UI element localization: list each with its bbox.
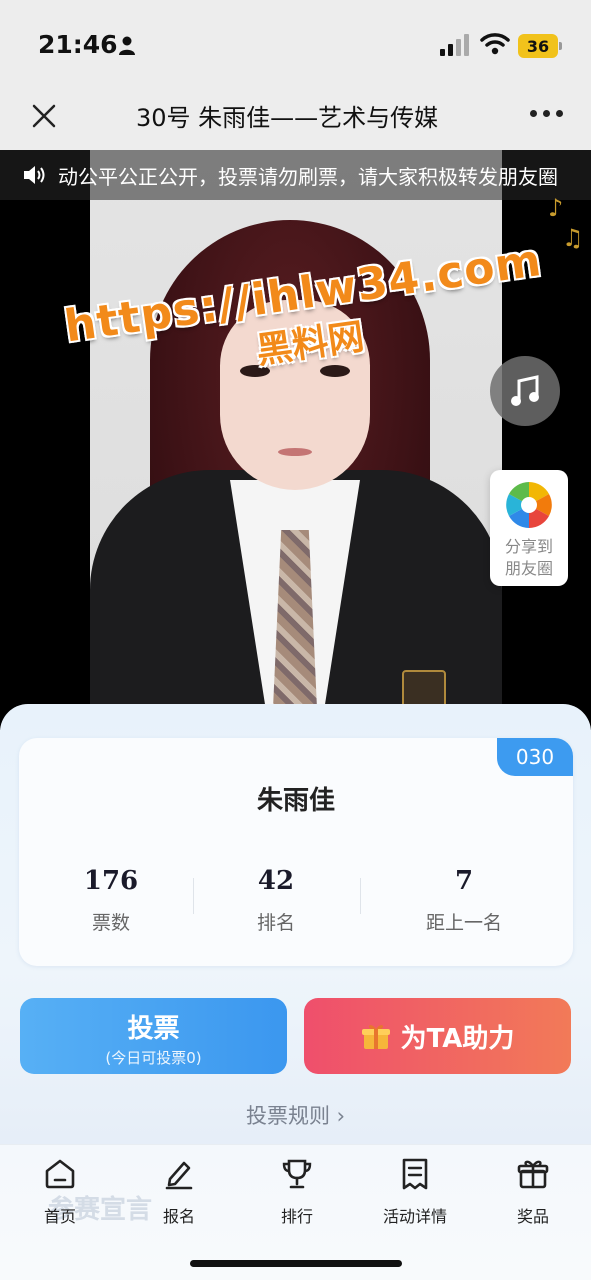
stat-label: 排名 — [256, 912, 295, 934]
speaker-icon — [24, 166, 45, 184]
vote-remaining-label: (今日可投票0) — [105, 1049, 202, 1067]
battery-tip — [559, 42, 562, 50]
status-time: 21:46 — [38, 30, 118, 59]
music-button[interactable] — [490, 356, 560, 426]
stat-label: 票数 — [91, 912, 130, 934]
announcement-ticker: 动公平公正公开，投票请勿刷票，请大家积极转发朋友圈 — [0, 150, 591, 200]
status-bar: 21:46 36 — [0, 0, 591, 88]
battery-indicator: 36 — [518, 34, 558, 58]
document-icon — [402, 1158, 428, 1190]
vote-button[interactable]: 投票 (今日可投票0) — [20, 998, 287, 1074]
stat-value: 176 — [83, 866, 139, 896]
share-label-line1: 分享到 — [504, 537, 553, 556]
nav-label: 报名 — [162, 1207, 195, 1226]
edit-icon — [165, 1161, 193, 1190]
contestant-photo — [90, 150, 502, 730]
stat-label: 距上一名 — [425, 912, 502, 934]
person-icon — [119, 36, 135, 55]
stat-divider — [193, 878, 194, 914]
signal-icon — [440, 34, 469, 56]
stat-divider — [360, 878, 361, 914]
nav-label: 奖品 — [516, 1207, 549, 1226]
boost-button[interactable]: 为TA助力 — [304, 998, 571, 1074]
home-indicator — [190, 1260, 402, 1267]
nav-item-prizes[interactable]: 奖品 — [483, 1157, 583, 1227]
stat-value: 42 — [257, 866, 295, 896]
contestant-card: 030 朱雨佳 176 票数 42 排名 7 距上一名 — [19, 738, 573, 966]
home-icon — [45, 1159, 75, 1189]
nav-label: 排行 — [280, 1207, 313, 1226]
nav-item-home[interactable]: 首页 — [10, 1157, 110, 1227]
stat-rank: 42 排名 — [196, 866, 356, 935]
contestant-number-badge: 030 — [497, 738, 573, 776]
nav-item-register[interactable]: 报名 — [129, 1157, 229, 1227]
more-icon[interactable] — [530, 110, 563, 117]
nav-label: 首页 — [43, 1207, 76, 1226]
music-note-icon — [511, 375, 539, 406]
moments-aperture-icon — [506, 482, 552, 528]
wifi-icon — [480, 33, 510, 55]
page-title: 30号 朱雨佳——艺术与传媒 — [136, 104, 439, 132]
floating-note-icon: ♫ — [562, 224, 584, 252]
boost-button-label: 为TA助力 — [400, 1023, 515, 1054]
ticker-text: 动公平公正公开，投票请勿刷票，请大家积极转发朋友圈 — [58, 165, 558, 189]
trophy-icon — [282, 1159, 312, 1189]
share-moments-button[interactable]: 分享到 朋友圈 — [490, 470, 568, 586]
share-label-line2: 朋友圈 — [504, 559, 553, 578]
nav-item-ranking[interactable]: 排行 — [247, 1157, 347, 1227]
nav-label: 活动详情 — [382, 1207, 447, 1226]
stat-gap: 7 距上一名 — [384, 866, 544, 935]
gift-icon — [517, 1160, 549, 1189]
stat-value: 7 — [454, 866, 474, 896]
contestant-name: 朱雨佳 — [256, 786, 335, 816]
close-icon[interactable] — [28, 100, 60, 132]
floating-note-icon: ♪ — [548, 194, 564, 222]
nav-bar: 30号 朱雨佳——艺术与传媒 — [0, 88, 591, 150]
contestant-photo-area: 动公平公正公开，投票请勿刷票，请大家积极转发朋友圈 https://ihlw34… — [0, 150, 591, 730]
voting-rules-link[interactable]: 投票规则 › — [0, 1100, 591, 1130]
stat-votes: 176 票数 — [31, 866, 191, 935]
vote-button-label: 投票 — [127, 1014, 180, 1044]
nav-item-details[interactable]: 活动详情 — [365, 1157, 465, 1227]
gift-icon — [361, 1025, 390, 1049]
